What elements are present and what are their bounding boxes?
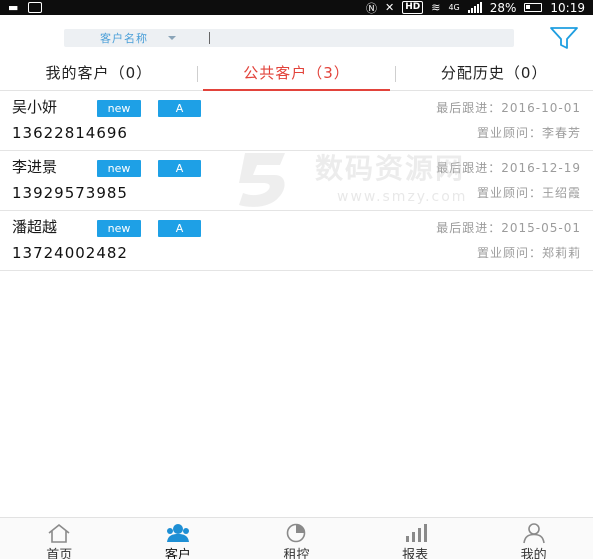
list-item[interactable]: 吴小妍 new A 13622814696 最后跟进：2016-10-01 置业… bbox=[0, 91, 593, 151]
customers-icon bbox=[166, 524, 189, 542]
last-follow-date: 最后跟进：2016-10-01 bbox=[436, 101, 581, 115]
bottom-nav: 首页 客户 租控 报表 我的 bbox=[0, 517, 593, 559]
new-badge: new bbox=[97, 100, 141, 117]
home-icon bbox=[48, 523, 70, 543]
status-bar-right: Ⓝ ✕ HD ≋ 4G 28% 10:19 bbox=[366, 0, 585, 15]
new-badge: new bbox=[97, 220, 141, 237]
profile-icon bbox=[522, 523, 545, 544]
list-item[interactable]: 潘超越 new A 13724002482 最后跟进：2015-05-01 置业… bbox=[0, 211, 593, 271]
nav-rent-control[interactable]: 租控 bbox=[237, 518, 356, 559]
tab-count: （0） bbox=[504, 64, 548, 82]
status-bar-left: ▬ bbox=[8, 1, 43, 14]
status-bar: ▬ Ⓝ ✕ HD ≋ 4G 28% 10:19 bbox=[0, 0, 593, 15]
customer-phone: 13622814696 bbox=[12, 124, 128, 142]
nav-label: 报表 bbox=[402, 548, 429, 559]
customer-phone: 13724002482 bbox=[12, 244, 128, 262]
customer-name: 李进景 bbox=[12, 158, 58, 176]
nav-reports[interactable]: 报表 bbox=[356, 518, 475, 559]
tab-label: 公共客户 bbox=[243, 64, 308, 82]
tab-my-customers[interactable]: 我的客户（0） bbox=[0, 57, 198, 90]
pie-chart-icon bbox=[287, 523, 306, 543]
new-badge: new bbox=[97, 160, 141, 177]
customer-name: 吴小妍 bbox=[12, 98, 58, 116]
customer-tabs: 我的客户（0） 公共客户（3） 分配历史（0） bbox=[0, 57, 593, 91]
tab-count: （0） bbox=[109, 64, 153, 82]
watermark: 数码资源网 www.smzy.com bbox=[225, 145, 475, 215]
mute-icon: ✕ bbox=[384, 1, 395, 14]
text-cursor bbox=[209, 32, 210, 44]
customer-name: 潘超越 bbox=[12, 218, 58, 236]
level-badge: A bbox=[158, 220, 201, 237]
tab-public-customers[interactable]: 公共客户（3） bbox=[198, 57, 396, 91]
customer-phone: 13929573985 bbox=[12, 184, 128, 202]
tab-count: （3） bbox=[307, 64, 350, 82]
clock: 10:19 bbox=[550, 0, 585, 15]
message-icon: ▬ bbox=[8, 1, 19, 14]
hd-badge: HD bbox=[402, 1, 424, 14]
level-badge: A bbox=[158, 100, 201, 117]
nav-label: 租控 bbox=[283, 548, 310, 559]
tab-divider bbox=[197, 66, 198, 82]
nfc-icon: Ⓝ bbox=[365, 1, 377, 15]
signal-icon bbox=[467, 2, 482, 13]
filter-icon[interactable] bbox=[548, 25, 580, 51]
watermark-logo-icon bbox=[239, 153, 285, 207]
tab-label: 分配历史 bbox=[440, 64, 505, 82]
nav-profile[interactable]: 我的 bbox=[474, 518, 593, 559]
battery-percent: 28% bbox=[489, 0, 517, 15]
search-input[interactable]: 客户名称 bbox=[64, 29, 514, 47]
nav-label: 客户 bbox=[164, 548, 191, 559]
search-type-select[interactable]: 客户名称 bbox=[100, 30, 148, 46]
advisor-name: 置业顾问：王绍霞 bbox=[476, 186, 581, 200]
chevron-down-icon[interactable] bbox=[168, 36, 176, 40]
advisor-name: 置业顾问：郑莉莉 bbox=[476, 246, 581, 260]
tab-label: 我的客户 bbox=[45, 64, 110, 82]
nav-label: 我的 bbox=[520, 548, 547, 559]
search-bar: 客户名称 bbox=[0, 15, 593, 57]
bar-chart-icon bbox=[406, 524, 428, 542]
last-follow-date: 最后跟进：2015-05-01 bbox=[436, 221, 581, 235]
nav-label: 首页 bbox=[46, 548, 73, 559]
wifi-icon: ≋ bbox=[431, 1, 441, 14]
nav-customers[interactable]: 客户 bbox=[119, 518, 238, 559]
level-badge: A bbox=[158, 160, 201, 177]
nav-home[interactable]: 首页 bbox=[0, 518, 119, 559]
gallery-icon bbox=[28, 2, 43, 13]
tab-divider bbox=[395, 66, 396, 82]
network-type: 4G bbox=[448, 3, 460, 12]
advisor-name: 置业顾问：李春芳 bbox=[476, 126, 581, 140]
watermark-text: 数码资源网 bbox=[315, 152, 466, 185]
filter-button[interactable] bbox=[548, 25, 580, 51]
tab-allocation-history[interactable]: 分配历史（0） bbox=[395, 57, 593, 90]
battery-icon bbox=[524, 3, 543, 12]
watermark-url: www.smzy.com bbox=[337, 189, 468, 205]
